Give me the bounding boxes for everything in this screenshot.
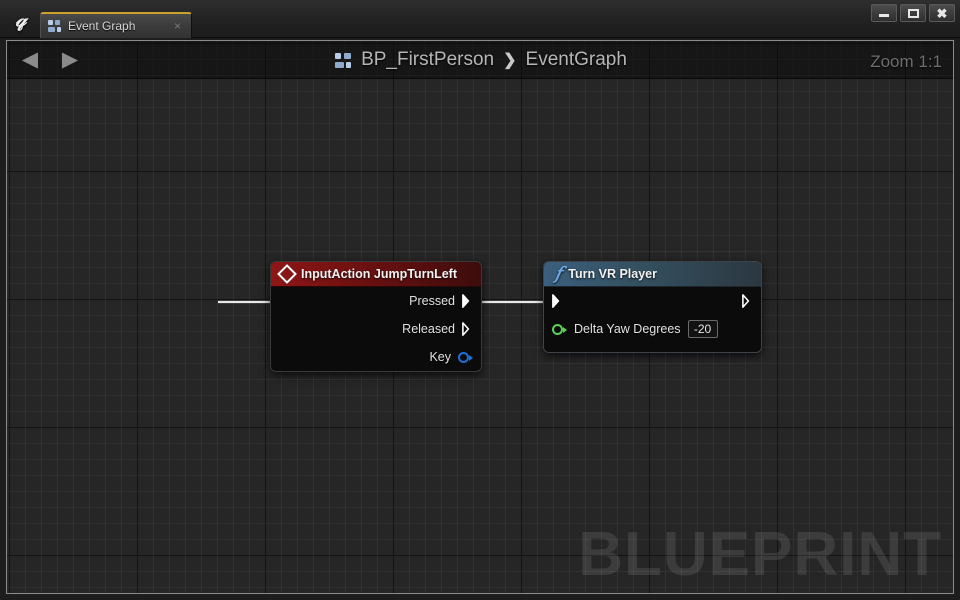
maximize-icon <box>907 8 919 18</box>
delta-yaw-degrees-input[interactable]: -20 <box>687 320 718 338</box>
nav-forward-button[interactable]: ▶ <box>59 49 81 70</box>
exec-pin-out[interactable] <box>742 294 753 308</box>
breadcrumb: BP_FirstPerson ❯ EventGraph <box>7 49 953 71</box>
close-button[interactable]: ✖ <box>929 4 955 22</box>
graph-toolbar: ◀ ▶ BP_FirstPerson ❯ EventGraph Zoom 1:1 <box>7 41 953 79</box>
node-inputaction-jumpturnleft[interactable]: InputAction JumpTurnLeft Pressed Release… <box>270 261 482 372</box>
breadcrumb-root[interactable]: BP_FirstPerson <box>361 49 494 71</box>
close-icon: ✖ <box>936 5 948 21</box>
blueprint-icon <box>335 52 352 68</box>
exec-pin-in[interactable] <box>552 294 563 308</box>
blueprint-watermark: BLUEPRINT <box>578 520 942 589</box>
function-f-icon: 𝑓 <box>555 264 562 284</box>
pin-label-key: Key <box>429 350 451 364</box>
pin-row-released[interactable]: Released <box>271 315 481 343</box>
pin-row-pressed[interactable]: Pressed <box>271 287 481 315</box>
node-padding <box>544 343 761 352</box>
data-pin-key[interactable] <box>458 351 473 363</box>
exec-pin-pressed[interactable] <box>462 294 473 308</box>
data-pin-delta-yaw-degrees[interactable] <box>552 323 567 335</box>
zoom-level-label: Zoom 1:1 <box>870 52 942 71</box>
breadcrumb-current[interactable]: EventGraph <box>526 49 627 71</box>
tab-label: Event Graph <box>68 19 136 33</box>
nav-back-button[interactable]: ◀ <box>19 49 41 70</box>
blueprint-icon <box>48 20 61 32</box>
pin-label-released: Released <box>402 322 455 336</box>
pin-row-exec <box>544 287 761 315</box>
chevron-right-icon: ❯ <box>503 52 517 69</box>
minimize-button[interactable] <box>871 4 897 22</box>
input-event-diamond-icon <box>277 264 297 284</box>
pin-label-delta-yaw-degrees: Delta Yaw Degrees <box>574 322 681 336</box>
node-header: InputAction JumpTurnLeft <box>271 262 481 287</box>
pin-label-pressed: Pressed <box>409 294 455 308</box>
node-title: InputAction JumpTurnLeft <box>301 267 457 281</box>
event-graph-canvas[interactable]: BLUEPRINT InputAction JumpTurnLeft Press… <box>6 40 954 594</box>
pin-row-key[interactable]: Key <box>271 343 481 371</box>
exec-pin-released[interactable] <box>462 322 473 336</box>
node-title: Turn VR Player <box>568 267 657 281</box>
minimize-icon <box>879 14 889 17</box>
tab-event-graph[interactable]: Event Graph × <box>40 12 192 38</box>
maximize-button[interactable] <box>900 4 926 22</box>
node-body: Delta Yaw Degrees -20 <box>544 287 761 352</box>
pin-row-delta-yaw-degrees[interactable]: Delta Yaw Degrees -20 <box>544 315 761 343</box>
unreal-engine-logo: 𝓆 <box>15 6 27 31</box>
node-turn-vr-player[interactable]: 𝑓 Turn VR Player Delta Yaw Degrees -20 <box>543 261 762 353</box>
blueprint-editor-window: 𝓆 Event Graph × ✖ BLUEPRINT InputAction … <box>0 0 960 600</box>
close-icon[interactable]: × <box>171 20 184 33</box>
node-header: 𝑓 Turn VR Player <box>544 262 761 287</box>
title-bar: 𝓆 Event Graph × ✖ <box>0 0 960 38</box>
node-body: Pressed Released Key <box>271 287 481 371</box>
window-controls: ✖ <box>871 4 955 22</box>
